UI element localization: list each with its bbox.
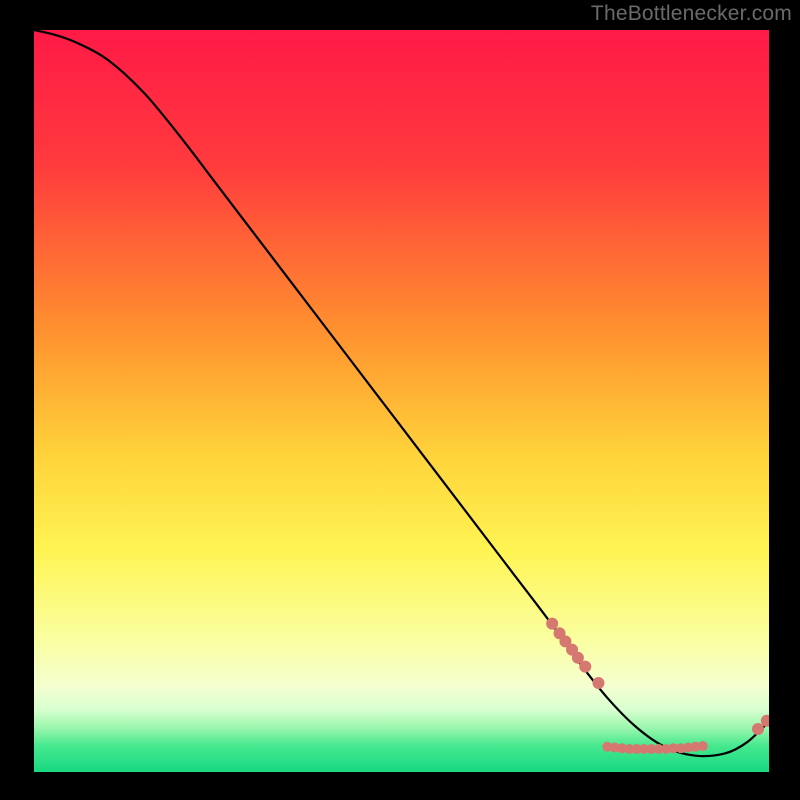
chart-svg: [34, 30, 769, 772]
plot-area: [34, 30, 769, 772]
gradient-background: [34, 30, 769, 772]
chart-frame: TheBottlenecker.com: [0, 0, 800, 800]
data-point: [579, 661, 591, 673]
data-point: [752, 723, 764, 735]
data-point: [592, 677, 604, 689]
data-point: [546, 618, 558, 630]
data-point: [698, 741, 708, 751]
watermark-text: TheBottlenecker.com: [591, 2, 792, 26]
